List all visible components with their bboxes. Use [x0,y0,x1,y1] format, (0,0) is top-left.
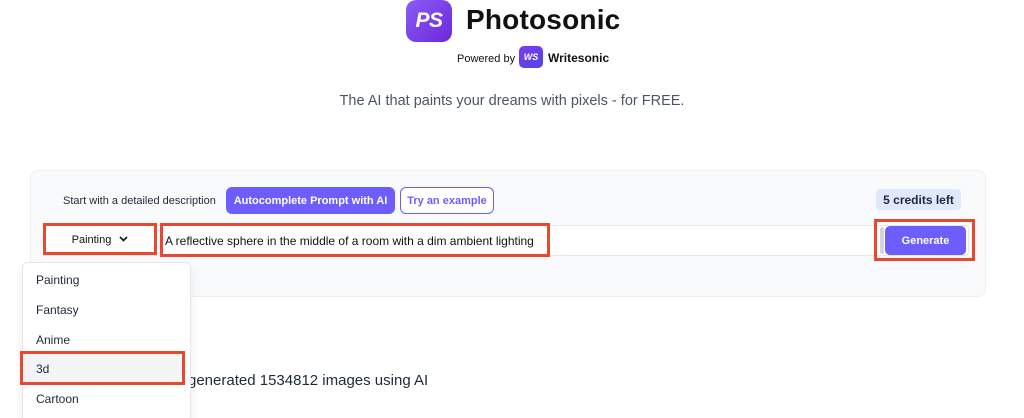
try-example-button[interactable]: Try an example [400,187,494,214]
dropdown-option-cartoon[interactable]: Cartoon [36,392,79,406]
credits-badge: 5 credits left [876,189,961,210]
autocomplete-prompt-button[interactable]: Autocomplete Prompt with AI [226,187,395,214]
prompt-input[interactable] [163,227,548,254]
chevron-down-icon [119,234,128,245]
photosonic-logo: PS [406,0,452,42]
powered-by-label: Powered by [457,53,516,65]
brand-name: Photosonic [466,4,621,35]
stats-text: generated 1534812 images using AI [188,372,429,389]
writesonic-name[interactable]: Writesonic [548,51,609,65]
writesonic-logo: WS [519,46,543,68]
dropdown-option-3d[interactable]: 3d [36,362,49,376]
dropdown-option-fantasy[interactable]: Fantasy [36,303,79,317]
start-description-label: Start with a detailed description [63,195,216,207]
tagline: The AI that paints your dreams with pixe… [339,93,685,109]
dropdown-option-anime[interactable]: Anime [36,333,70,347]
dropdown-option-painting[interactable]: Painting [36,273,79,287]
generate-divider [880,227,884,254]
style-select-value: Painting [71,233,112,246]
style-select[interactable]: Painting [46,225,154,254]
generate-button[interactable]: Generate [885,226,966,255]
